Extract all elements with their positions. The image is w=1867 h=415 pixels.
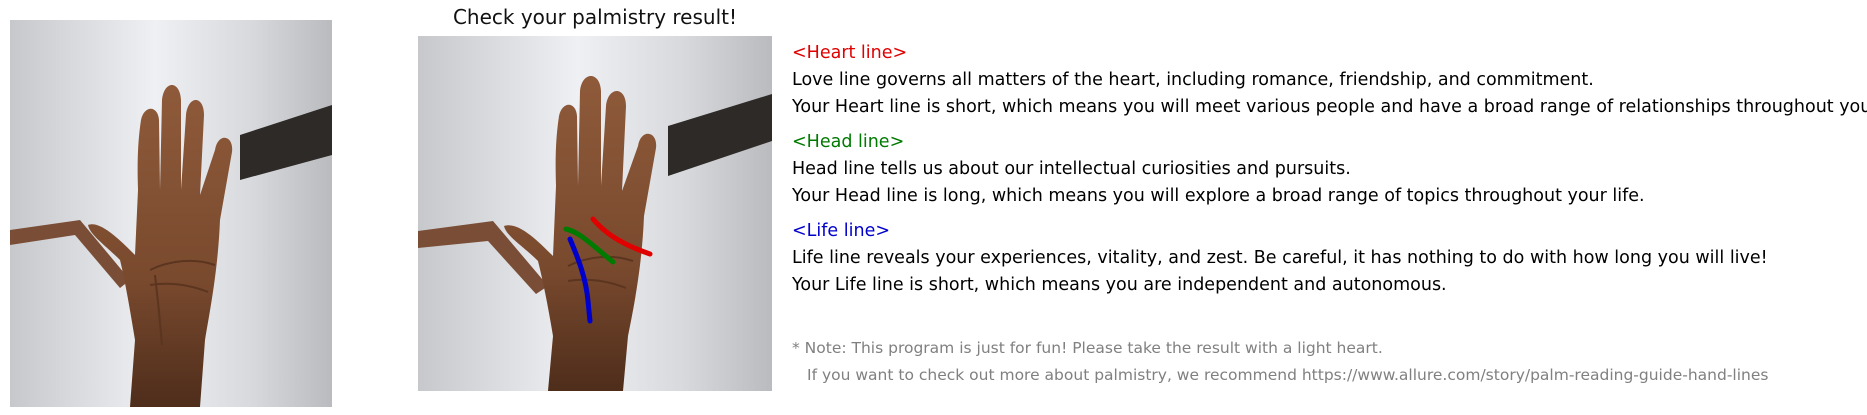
hand-photo-annotated xyxy=(418,36,772,391)
hand-photo-annotated-image xyxy=(418,36,772,391)
head-line-heading: <Head line> xyxy=(792,132,905,152)
heart-line-heading: <Heart line> xyxy=(792,43,908,63)
heart-line-section: <Heart line> Love line governs all matte… xyxy=(792,40,1867,121)
palmistry-reference-link[interactable]: If you want to check out more about palm… xyxy=(792,362,1862,389)
life-line-section: <Life line> Life line reveals your exper… xyxy=(792,218,1862,299)
hand-photo-original xyxy=(10,20,332,407)
life-line-heading: <Life line> xyxy=(792,221,891,241)
head-line-result: Your Head line is long, which means you … xyxy=(792,186,1645,206)
page-title: Check your palmistry result! xyxy=(452,5,738,29)
head-line-description: Head line tells us about our intellectua… xyxy=(792,159,1351,179)
hand-photo-image xyxy=(10,20,332,407)
head-line-section: <Head line> Head line tells us about our… xyxy=(792,129,1862,210)
life-line-result: Your Life line is short, which means you… xyxy=(792,275,1447,295)
heart-line-description: Love line governs all matters of the hea… xyxy=(792,70,1594,90)
result-panel: <Heart line> Love line governs all matte… xyxy=(792,40,1867,389)
disclaimer-note: * Note: This program is just for fun! Pl… xyxy=(792,339,1383,357)
heart-line-result: Your Heart line is short, which means yo… xyxy=(792,97,1867,117)
life-line-description: Life line reveals your experiences, vita… xyxy=(792,248,1768,268)
